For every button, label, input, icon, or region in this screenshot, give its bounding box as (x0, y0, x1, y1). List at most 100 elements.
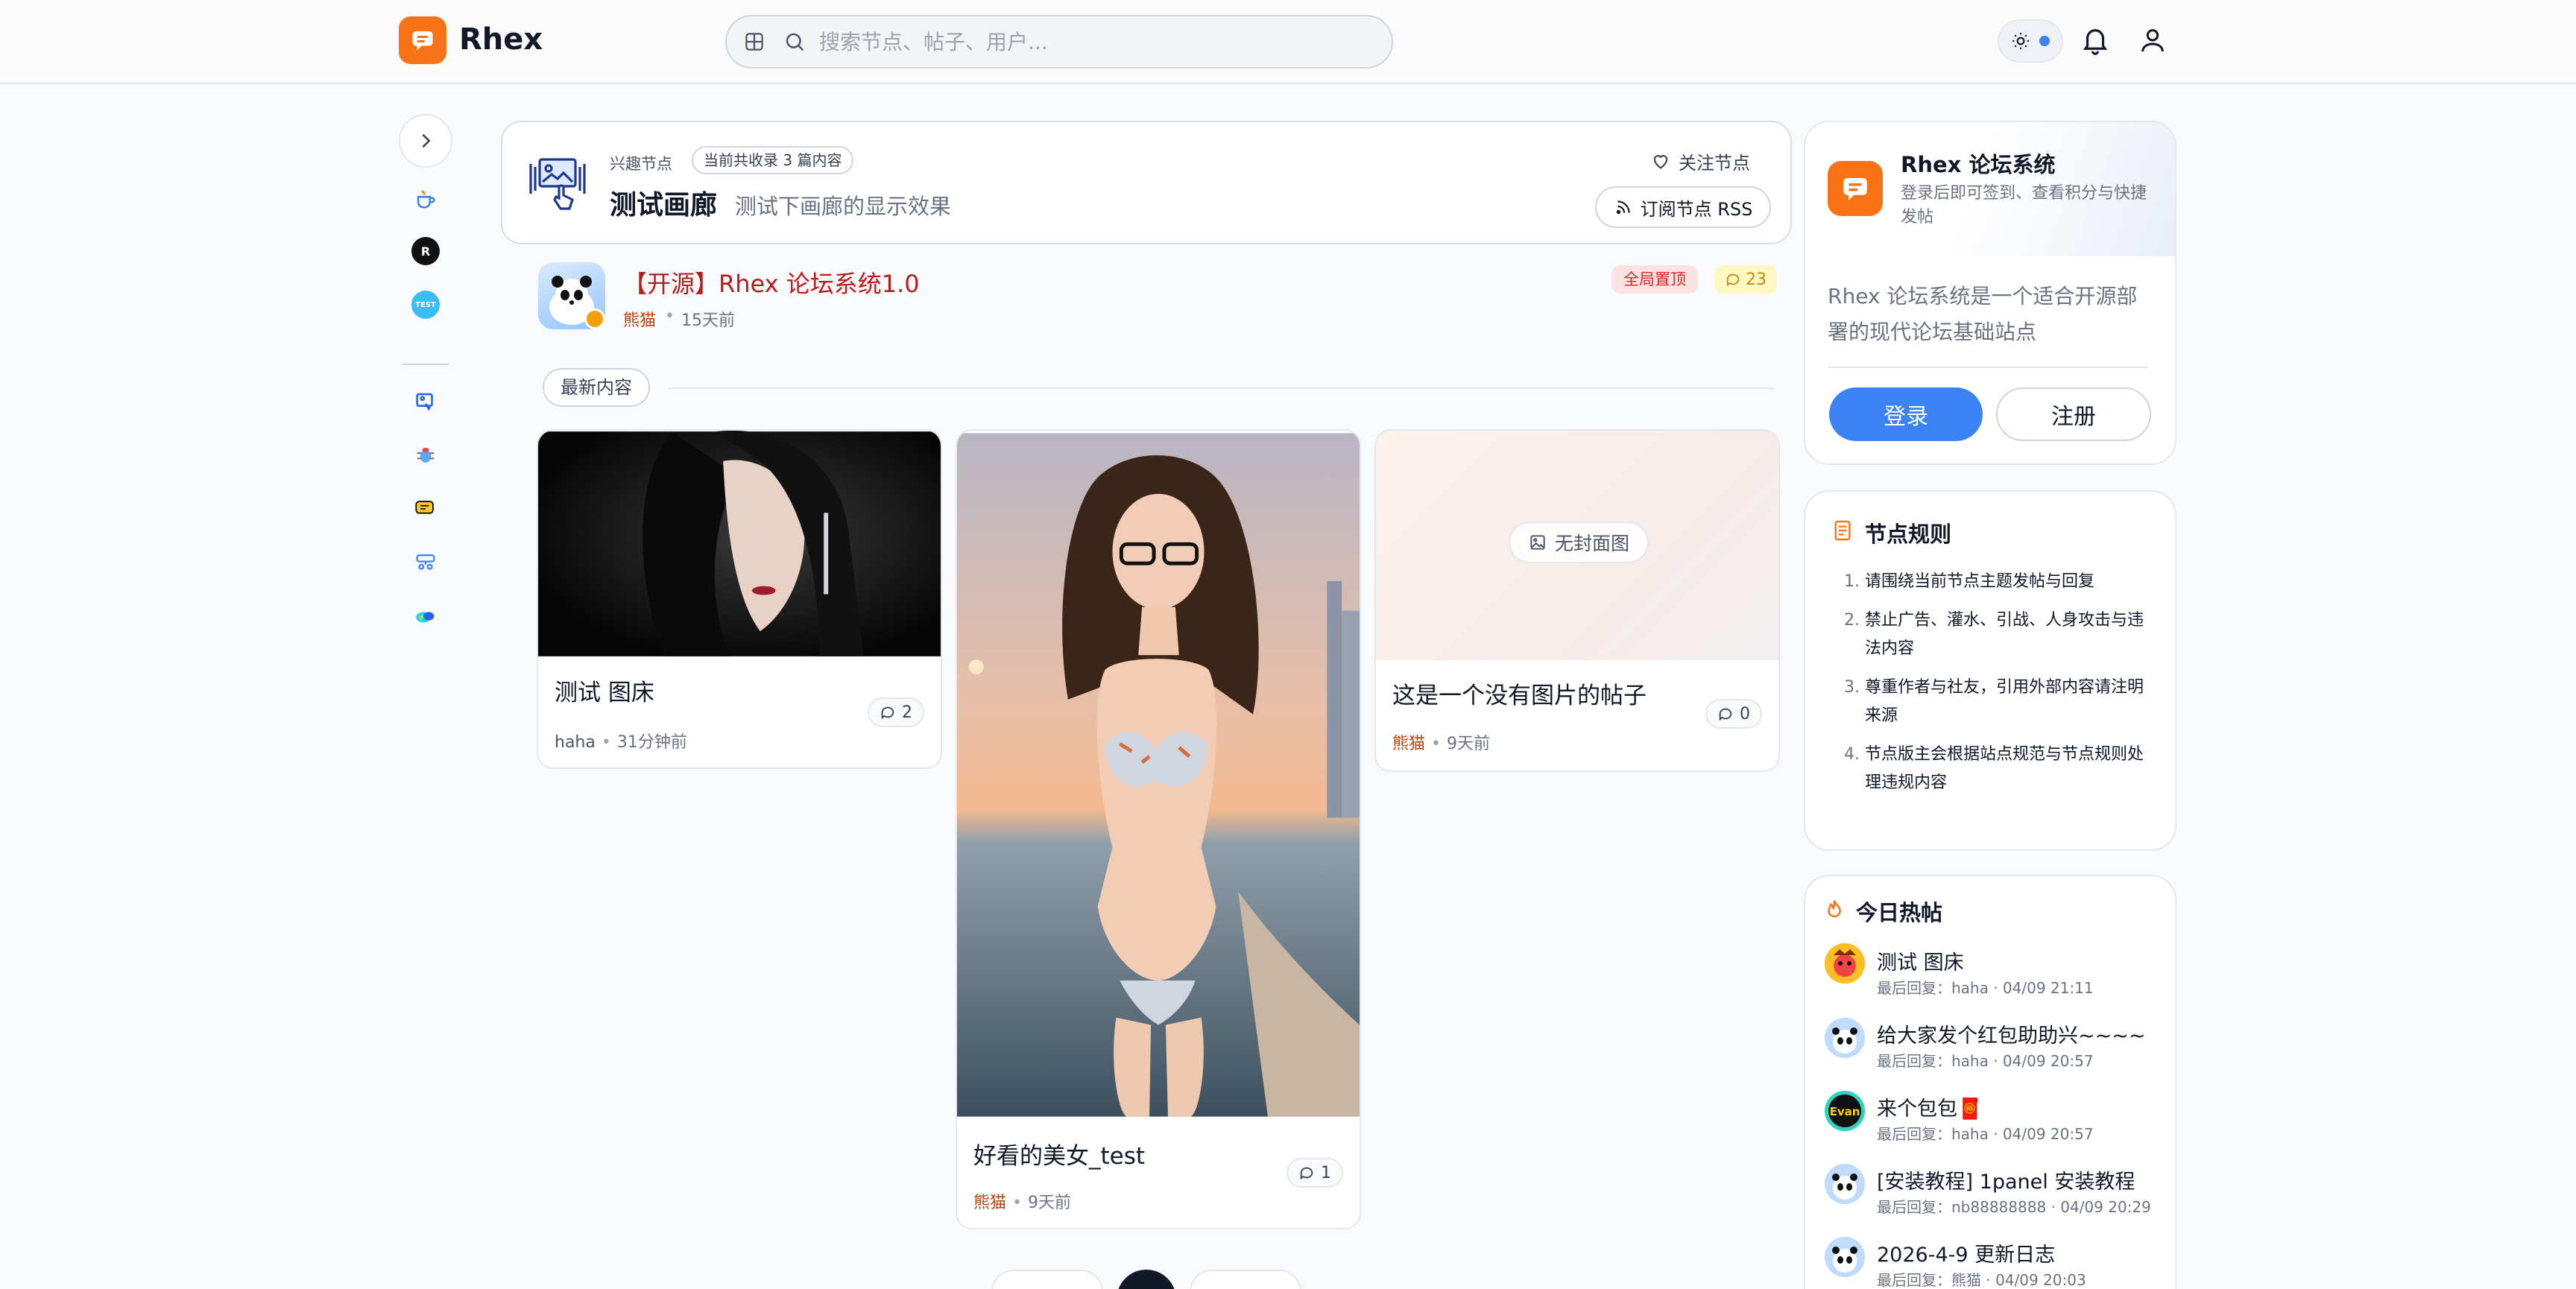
register-button[interactable]: 注册 (1996, 387, 2151, 441)
grid-icon[interactable] (743, 31, 765, 53)
author-level-badge (584, 308, 605, 329)
login-panel-divider (1828, 367, 2148, 368)
rule-text: 节点版主会根据站点规范与节点规则处理违规内容 (1865, 745, 2144, 792)
expand-sidebar-button[interactable] (399, 114, 452, 168)
image-icon (1530, 535, 1545, 550)
rule-text: 请围绕当前节点主题发帖与回复 (1865, 572, 2095, 591)
node-type-tag: 兴趣节点 (610, 155, 672, 173)
global-pin-badge: 全局置顶 (1611, 265, 1698, 294)
node-header-card (501, 121, 1792, 244)
rule-item: 1. 请围绕当前节点主题发帖与回复 (1844, 568, 2150, 596)
avatar[interactable] (1825, 1164, 1865, 1204)
gallery-card-title[interactable]: 测试 图床 (555, 674, 654, 707)
chevron-right-icon (422, 133, 431, 148)
chat-logo-icon (412, 31, 433, 51)
comment-icon (1719, 708, 1732, 721)
search-bar[interactable] (725, 15, 1393, 69)
meta-separator: • (1431, 735, 1441, 753)
bug-node-icon[interactable] (411, 441, 440, 469)
node-count-badge: 当前共收录 3 篇内容 (692, 146, 854, 174)
hot-post-title[interactable]: 2026-4-9 更新日志 (1877, 1238, 2055, 1267)
gallery-card-author[interactable]: 熊猫 (973, 1194, 1006, 1212)
rule-item: 4. 节点版主会根据站点规范与节点规则处理违规内容 (1844, 741, 2150, 797)
node-title: 测试画廊 (610, 190, 718, 221)
post-cover-image (957, 433, 1360, 1117)
pagination-next-button[interactable] (1190, 1270, 1301, 1289)
subscribe-rss-button[interactable]: 订阅节点 RSS (1595, 186, 1771, 228)
theme-toggle[interactable] (1998, 19, 2063, 63)
pinned-post-author[interactable]: 熊猫 (623, 307, 656, 331)
user-icon[interactable] (2138, 25, 2168, 55)
pinned-post-title[interactable]: 【开源】Rhex 论坛系统1.0 (623, 265, 920, 300)
search-icon (786, 33, 804, 51)
hot-posts-title: 今日热帖 (1856, 900, 1943, 925)
pinned-post-time: 15天前 (681, 311, 735, 330)
pinned-comment-count: 23 (1714, 265, 1777, 294)
gallery-card-title[interactable]: 好看的美女_test (973, 1137, 1145, 1171)
gallery-card-author[interactable]: haha (555, 733, 596, 752)
rail-divider (402, 364, 449, 365)
brand-name[interactable]: Rhex (459, 22, 543, 57)
rule-text: 尊重作者与社友，引用外部内容请注明来源 (1865, 678, 2144, 725)
hot-post-title[interactable]: 给大家发个红包助助兴~~~~ (1877, 1019, 2146, 1048)
hot-post-title[interactable]: 来个包包🧧 (1877, 1092, 1983, 1121)
document-icon (1834, 520, 1851, 541)
hot-post-meta: 最后回复：nb88888888 · 04/09 20:29 (1877, 1198, 2151, 1216)
r-node-icon[interactable]: R (411, 237, 440, 265)
comment-icon (1300, 1167, 1313, 1180)
test-node-icon[interactable]: TEST (411, 291, 440, 319)
cloud-node-icon[interactable] (411, 602, 440, 630)
gallery-card[interactable]: 无封面图 这是一个没有图片的帖子 熊猫 • 9天前 0 (1374, 429, 1780, 772)
pagination-prev-button[interactable] (991, 1270, 1103, 1289)
search-input[interactable] (819, 29, 1341, 54)
pagination-current-page[interactable] (1117, 1270, 1176, 1289)
gallery-card-meta: 熊猫 • 9天前 (1392, 730, 1490, 754)
hot-post-meta: 最后回复：熊猫 · 04/09 20:03 (1877, 1271, 2086, 1289)
gallery-card-comment-value: 0 (1740, 704, 1750, 723)
forum-logo (1828, 161, 1883, 216)
login-button[interactable]: 登录 (1829, 387, 1983, 441)
hot-post-meta: 最后回复：haha · 04/09 20:57 (1877, 1125, 2094, 1143)
gallery-card-comments: 0 (1705, 699, 1762, 729)
gallery-card[interactable]: 好看的美女_test 熊猫 • 9天前 1 (956, 429, 1361, 1229)
avatar[interactable]: Evan (1825, 1091, 1865, 1131)
gallery-node-icon[interactable] (411, 387, 440, 416)
rss-icon (1616, 200, 1630, 215)
gallery-card-comment-value: 2 (902, 703, 912, 722)
brand-logo[interactable] (399, 16, 446, 64)
flame-icon (1828, 900, 1841, 918)
theme-indicator-dot (2039, 36, 2050, 46)
subscribe-rss-label: 订阅节点 RSS (1640, 198, 1753, 220)
gallery-card[interactable]: 测试 图床 haha • 31分钟前 2 (537, 429, 942, 769)
node-subtitle: 测试下画廊的显示效果 (735, 194, 952, 219)
hot-posts-panel (1804, 875, 2176, 1289)
coffee-node-icon[interactable] (411, 185, 440, 213)
bell-icon[interactable] (2080, 24, 2111, 55)
pinned-comment-value: 23 (1746, 270, 1767, 289)
avatar[interactable] (1825, 1237, 1865, 1277)
gallery-touch-icon (529, 158, 586, 210)
hot-post-title[interactable]: 测试 图床 (1877, 946, 1964, 975)
gallery-card-comments: 2 (868, 697, 924, 727)
follow-node-button[interactable]: 关注节点 (1650, 146, 1750, 176)
gallery-card-comments: 1 (1287, 1158, 1343, 1188)
gallery-card-author[interactable]: 熊猫 (1392, 735, 1425, 753)
hot-post-title[interactable]: [安装教程] 1panel 安装教程 (1877, 1165, 2135, 1194)
avatar[interactable] (1825, 943, 1865, 984)
heart-icon (1653, 155, 1668, 169)
section-divider (668, 387, 1774, 389)
no-cover-badge: 无封面图 (1509, 522, 1650, 563)
post-cover-image (538, 431, 941, 656)
gallery-card-time: 9天前 (1028, 1194, 1071, 1212)
network-node-icon[interactable] (411, 548, 440, 577)
gallery-card-time: 31分钟前 (616, 733, 687, 752)
comment-icon (881, 706, 894, 720)
gallery-card-title[interactable]: 这是一个没有图片的帖子 (1392, 677, 1647, 710)
meta-separator: • (1012, 1194, 1022, 1212)
node-rules-title: 节点规则 (1865, 522, 1952, 547)
rule-item: 3. 尊重作者与社友，引用外部内容请注明来源 (1844, 674, 2150, 730)
avatar[interactable] (1825, 1018, 1865, 1058)
chat-node-icon[interactable] (411, 495, 440, 523)
gallery-card-meta: haha • 31分钟前 (555, 729, 687, 753)
login-panel-title: Rhex 论坛系统 (1901, 152, 2056, 177)
